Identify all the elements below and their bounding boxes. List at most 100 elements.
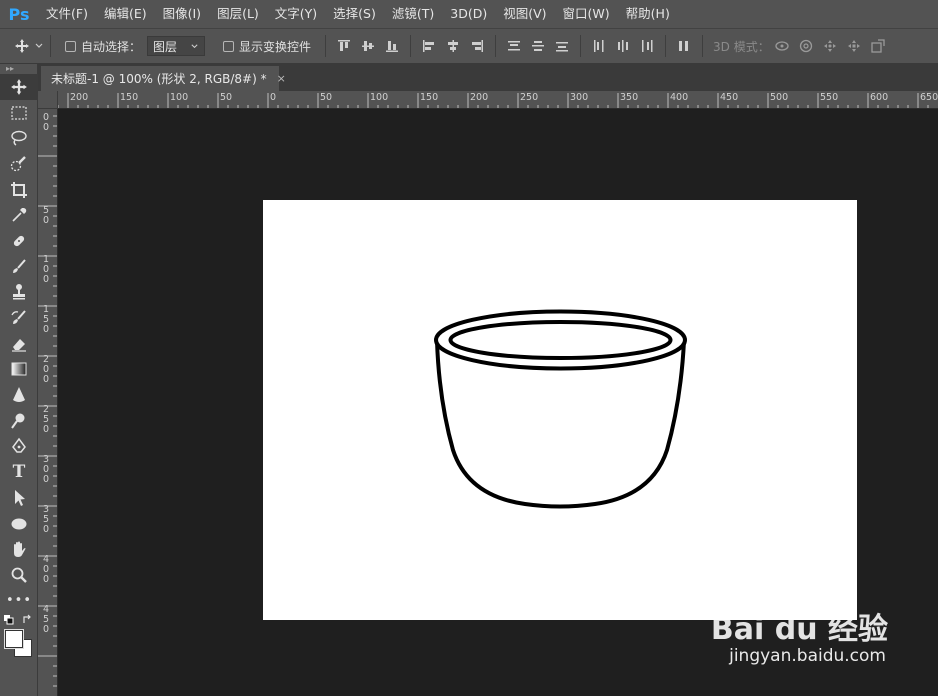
dodge-icon[interactable]	[0, 408, 38, 434]
separator	[702, 35, 704, 57]
blur-icon[interactable]	[0, 382, 38, 408]
menu-window[interactable]: 窗口(W)	[555, 0, 618, 28]
eraser-icon[interactable]	[0, 331, 38, 357]
align-hcenter-icon[interactable]	[443, 36, 463, 56]
auto-select-checkbox[interactable]	[65, 40, 76, 52]
menu-view[interactable]: 视图(V)	[495, 0, 554, 28]
close-icon[interactable]: ×	[277, 72, 286, 85]
baidu-jingyan-watermark: Bai du 经验 jingyan.baidu.com	[711, 576, 888, 674]
ruler-label: 1 5 0	[42, 304, 50, 335]
auto-select-label: 自动选择：	[81, 39, 142, 54]
align-bottom-icon[interactable]	[382, 36, 402, 56]
gradient-icon[interactable]	[0, 357, 38, 383]
ruler-label: 250	[520, 92, 539, 103]
swap-colors-icon[interactable]	[22, 614, 33, 625]
menu-type[interactable]: 文字(Y)	[267, 0, 325, 28]
foreground-color-swatch[interactable]	[5, 630, 23, 649]
ruler-label: 150	[120, 92, 139, 103]
default-colors-icon[interactable]	[4, 615, 14, 625]
crop-icon[interactable]	[0, 177, 38, 203]
collapse-arrows-icon[interactable]: ▸▸	[0, 64, 37, 74]
color-swatches	[0, 613, 38, 673]
more-tools-icon[interactable]: •••	[0, 588, 38, 614]
lasso-icon[interactable]	[0, 125, 38, 151]
menu-image[interactable]: 图像(I)	[155, 0, 209, 28]
3d-scale-icon[interactable]	[868, 36, 888, 56]
ruler-label: 400	[670, 92, 689, 103]
distribute-bottom-icon[interactable]	[552, 36, 572, 56]
vertical-ruler[interactable]: 005 01 0 01 5 02 0 02 5 03 0 03 5 04 0 0…	[38, 109, 58, 696]
move-tool-preset-icon[interactable]	[14, 38, 44, 54]
show-transform-checkbox[interactable]	[223, 40, 235, 52]
menu-layer[interactable]: 图层(L)	[209, 0, 267, 28]
options-bar: 自动选择： 图层 显示变换控件 3D 模式：	[0, 28, 938, 64]
healing-brush-icon[interactable]	[0, 228, 38, 254]
horizontal-ruler[interactable]: 200 150 100 50 0 50 100 150 200 250 300 350 400 450 50…	[58, 91, 938, 109]
3d-roll-icon[interactable]	[796, 36, 816, 56]
pen-icon[interactable]	[0, 434, 38, 460]
auto-select-target-dropdown[interactable]: 图层	[147, 36, 206, 56]
chevron-down-icon	[191, 43, 198, 48]
align-right-icon[interactable]	[467, 36, 487, 56]
ruler-label: 50	[320, 92, 333, 103]
tools-panel: ▸▸ T •••	[0, 64, 38, 696]
align-left-icon[interactable]	[419, 36, 439, 56]
distribute-vcenter-icon[interactable]	[528, 36, 548, 56]
auto-align-layers-icon[interactable]	[674, 36, 694, 56]
ellipse-icon[interactable]	[0, 511, 38, 537]
distribute-left-icon[interactable]	[589, 36, 609, 56]
zoom-icon[interactable]	[0, 562, 38, 588]
distribute-right-icon[interactable]	[637, 36, 657, 56]
chevron-down-icon	[35, 43, 43, 48]
canvas-workspace[interactable]: Bai du 经验 jingyan.baidu.com	[58, 109, 938, 696]
align-top-icon[interactable]	[334, 36, 354, 56]
document-tab[interactable]: 未标题-1 @ 100% (形状 2, RGB/8#) * ×	[41, 66, 286, 91]
ruler-origin[interactable]	[38, 91, 58, 109]
ruler-label: 300	[570, 92, 589, 103]
document-tab-bar: 未标题-1 @ 100% (形状 2, RGB/8#) * ×	[38, 64, 938, 91]
separator	[410, 35, 412, 57]
dropdown-value: 图层	[153, 39, 178, 54]
move-tool-icon[interactable]	[0, 74, 38, 100]
hand-icon[interactable]	[0, 536, 38, 562]
menu-bar: Ps 文件(F) 编辑(E) 图像(I) 图层(L) 文字(Y) 选择(S) 滤…	[0, 0, 938, 28]
ruler-label: 500	[770, 92, 789, 103]
3d-slide-icon[interactable]	[844, 36, 864, 56]
menu-edit[interactable]: 编辑(E)	[96, 0, 155, 28]
eyedropper-icon[interactable]	[0, 202, 38, 228]
menu-filter[interactable]: 滤镜(T)	[384, 0, 442, 28]
menu-3d[interactable]: 3D(D)	[442, 0, 495, 28]
rectangular-marquee-icon[interactable]	[0, 100, 38, 126]
type-icon[interactable]: T	[0, 459, 38, 485]
distribute-hcenter-icon[interactable]	[613, 36, 633, 56]
document-canvas[interactable]	[263, 200, 857, 620]
history-brush-icon[interactable]	[0, 305, 38, 331]
menu-select[interactable]: 选择(S)	[325, 0, 384, 28]
3d-pan-icon[interactable]	[820, 36, 840, 56]
ruler-label: 350	[620, 92, 639, 103]
watermark-url: jingyan.baidu.com	[729, 646, 886, 666]
clone-stamp-icon[interactable]	[0, 280, 38, 306]
ruler-label: 550	[820, 92, 839, 103]
3d-orbit-icon[interactable]	[772, 36, 792, 56]
bowl-shape-drawing	[434, 309, 687, 509]
separator	[665, 35, 667, 57]
quick-selection-icon[interactable]	[0, 151, 38, 177]
align-vcenter-icon[interactable]	[358, 36, 378, 56]
separator	[580, 35, 582, 57]
menu-help[interactable]: 帮助(H)	[618, 0, 678, 28]
ruler-label: 450	[720, 92, 739, 103]
document-tab-title: 未标题-1 @ 100% (形状 2, RGB/8#) *	[51, 72, 267, 86]
brush-icon[interactable]	[0, 254, 38, 280]
ruler-label: 0	[270, 92, 277, 103]
show-transform-label: 显示变换控件	[239, 39, 312, 54]
ruler-ticks	[58, 93, 929, 108]
ruler-label: 1 0 0	[42, 254, 50, 285]
path-selection-icon[interactable]	[0, 485, 38, 511]
ruler-label: 100	[170, 92, 189, 103]
menu-file[interactable]: 文件(F)	[38, 0, 96, 28]
distribute-top-icon[interactable]	[504, 36, 524, 56]
ruler-label: 650	[920, 92, 938, 103]
ruler-label: 3 0 0	[42, 454, 50, 485]
ruler-label: 600	[870, 92, 889, 103]
